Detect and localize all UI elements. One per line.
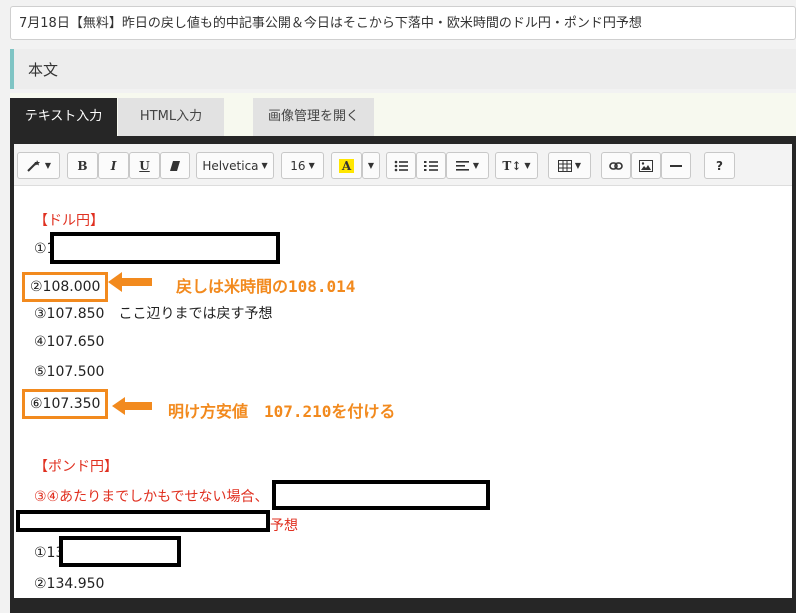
chevron-down-icon: ▼ — [367, 161, 375, 170]
link-button[interactable] — [601, 152, 631, 179]
usdjpy-line-5: ⑤107.500 — [34, 364, 105, 380]
image-icon — [639, 159, 653, 172]
usdjpy-heading: 【ドル円】 — [34, 213, 104, 229]
line-height-icon: T↕ — [502, 158, 522, 173]
font-size-value: 16 — [290, 158, 306, 173]
gbpjpy-note-end: 予想 — [270, 518, 298, 534]
redaction-box — [272, 480, 490, 510]
eraser-button[interactable] — [160, 152, 190, 179]
gbpjpy-line-2: ②134.950 — [34, 576, 105, 592]
chevron-down-icon: ▼ — [308, 161, 315, 170]
redaction-box — [16, 510, 270, 532]
usdjpy-line-2: ②108.000 — [22, 272, 109, 302]
underline-button[interactable]: U — [129, 152, 160, 179]
highlight-box: ⑥107.350 — [22, 389, 109, 419]
tab-image-manager[interactable]: 画像管理を開く — [253, 98, 374, 136]
align-left-icon — [455, 160, 469, 171]
usdjpy-line-3: ③107.850 ここ辺りまでは戻す予想 — [34, 306, 273, 322]
image-button[interactable] — [631, 152, 661, 179]
numbered-list-icon — [424, 160, 438, 171]
editor-content[interactable]: 【ドル円】 ①10 ②108.000 戻しは米時間の108.014 ③107.8… — [14, 190, 792, 598]
tab-html-input[interactable]: HTML入力 — [118, 98, 224, 136]
gbpjpy-note: ③④あたりまでしかもでせない場合、 — [34, 489, 269, 505]
bullet-list-button[interactable] — [386, 152, 416, 179]
section-label: 本文 — [28, 61, 59, 79]
title-input[interactable]: 7月18日【無料】昨日の戻し値も的中記事公開＆今日はそこから下落中・欧米時間のド… — [10, 6, 796, 40]
chevron-down-icon: ▼ — [574, 161, 582, 170]
font-family-select[interactable]: Helvetica ▼ — [196, 152, 274, 179]
help-button[interactable]: ? — [704, 152, 735, 179]
bullet-list-icon — [394, 160, 408, 171]
redaction-box — [59, 536, 181, 567]
annotation-2: 明け方安値 107.210を付ける — [168, 402, 396, 421]
gbpjpy-heading: 【ポンド円】 — [34, 459, 118, 475]
font-size-select[interactable]: 16 ▼ — [281, 152, 324, 179]
eraser-icon — [170, 160, 180, 171]
usdjpy-line-6: ⑥107.350 — [22, 389, 109, 419]
line-height-button[interactable]: T↕ ▼ — [495, 152, 538, 179]
bold-button[interactable]: B — [67, 152, 98, 179]
editor-bottom-bar — [10, 598, 796, 613]
section-header: 本文 — [10, 49, 796, 89]
magic-wand-button[interactable]: ▼ — [17, 152, 60, 179]
chevron-down-icon: ▼ — [44, 161, 52, 170]
tab-text-input[interactable]: テキスト入力 — [10, 98, 117, 136]
numbered-list-button[interactable] — [416, 152, 446, 179]
highlight-box: ②108.000 — [22, 272, 109, 302]
text-color-button[interactable]: A — [331, 152, 362, 179]
table-icon — [557, 159, 572, 172]
magic-wand-icon — [27, 159, 40, 172]
link-icon — [609, 161, 623, 170]
horizontal-rule-button[interactable] — [661, 152, 691, 179]
arrow-left-icon — [108, 272, 152, 292]
table-button[interactable]: ▼ — [548, 152, 591, 179]
chevron-down-icon: ▼ — [261, 161, 268, 170]
font-family-value: Helvetica — [202, 158, 259, 173]
chevron-down-icon: ▼ — [524, 161, 531, 170]
redaction-box — [50, 232, 280, 264]
text-color-dropdown[interactable]: ▼ — [362, 152, 380, 179]
horizontal-rule-icon — [670, 164, 682, 167]
text-color-icon: A — [338, 158, 355, 173]
usdjpy-line-4: ④107.650 — [34, 334, 105, 350]
chevron-down-icon: ▼ — [472, 161, 480, 170]
align-button[interactable]: ▼ — [446, 152, 489, 179]
annotation-1: 戻しは米時間の108.014 — [176, 277, 356, 296]
italic-button[interactable]: I — [98, 152, 129, 179]
arrow-left-icon — [112, 397, 152, 415]
